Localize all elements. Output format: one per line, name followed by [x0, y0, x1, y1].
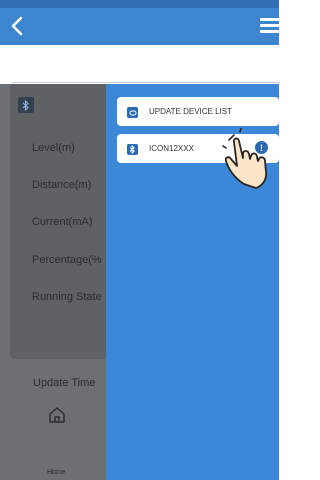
level-label: Level(m) — [32, 142, 75, 154]
device-name: ICON12XXX — [149, 144, 194, 153]
chevron-left-icon — [11, 16, 23, 36]
tap-hand-icon — [222, 128, 268, 189]
running-state-label: Running State — [32, 291, 102, 303]
update-time-label: Update Time — [33, 377, 96, 389]
refresh-icon — [127, 107, 138, 118]
home-icon[interactable] — [47, 405, 67, 425]
app-bar — [0, 8, 282, 45]
sub-header — [0, 45, 279, 79]
home-tab-label[interactable]: Home — [47, 469, 66, 476]
hamburger-menu-icon — [260, 18, 280, 21]
hamburger-menu-button[interactable] — [258, 14, 282, 38]
bluetooth-icon — [18, 97, 34, 113]
current-label: Current(mA) — [32, 216, 93, 228]
back-button[interactable] — [4, 12, 30, 40]
update-device-list-label: UPDATE DEVICE LIST — [149, 107, 232, 116]
percentage-label: Percentage(% — [32, 254, 102, 266]
bluetooth-icon — [127, 144, 138, 155]
update-device-list-button[interactable]: UPDATE DEVICE LIST — [117, 97, 279, 126]
distance-label: Distance(m) — [32, 179, 92, 191]
status-bar — [0, 0, 279, 8]
divider — [12, 82, 279, 83]
